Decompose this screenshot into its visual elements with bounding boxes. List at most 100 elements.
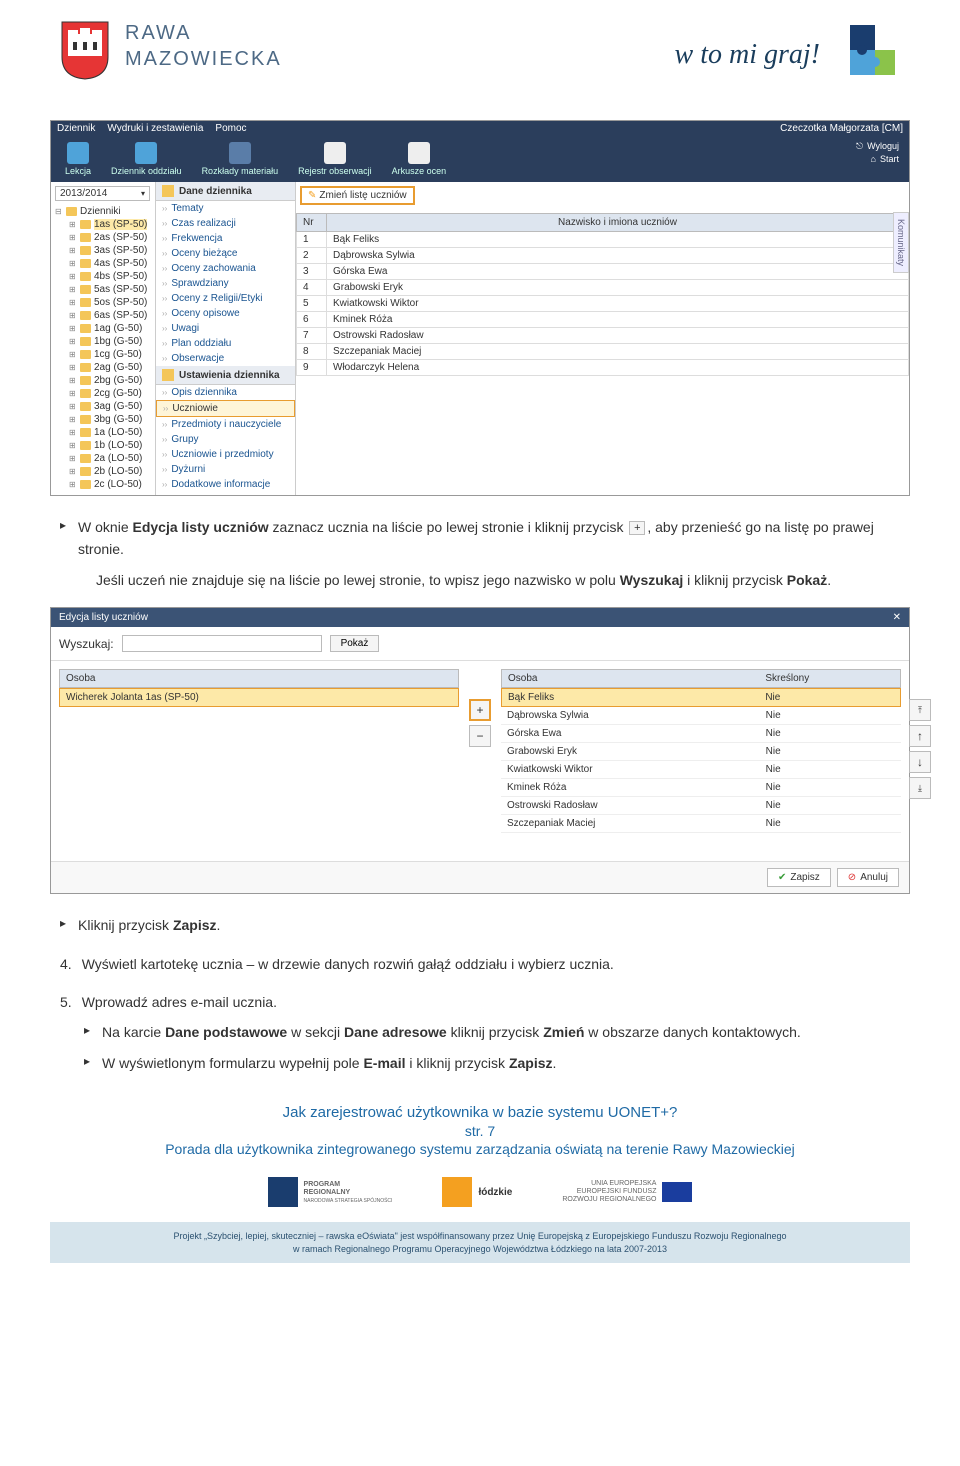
tree-item[interactable]: ⊞2as (SP-50) (69, 231, 151, 244)
tree-item[interactable]: ⊞2b (LO-50) (69, 465, 151, 478)
zapisz-button[interactable]: ✔Zapisz (767, 868, 831, 887)
table-row[interactable]: 5Kwiatkowski Wiktor (297, 296, 909, 312)
table-row[interactable]: 9Włodarczyk Helena (297, 360, 909, 376)
header-right: w to mi graj! (675, 20, 900, 90)
remove-button[interactable]: − (469, 725, 491, 747)
register-icon (135, 142, 157, 164)
menu-wydruki[interactable]: Wydruki i zestawienia (107, 123, 203, 134)
nav-item[interactable]: ››Grupy (156, 432, 295, 447)
tree-item[interactable]: ⊞1cg (G-50) (69, 348, 151, 361)
step-text: Wyświetl kartotekę ucznia – w drzewie da… (82, 953, 614, 975)
sheet-icon (408, 142, 430, 164)
list-item[interactable]: Ostrowski RadosławNie (501, 797, 901, 815)
start-link[interactable]: ⌂Start (856, 153, 899, 166)
zmien-liste-button[interactable]: ✎Zmień listę uczniów (300, 186, 415, 205)
folder-icon (80, 480, 91, 489)
komunikaty-tab[interactable]: Komunikaty (893, 212, 909, 273)
table-row[interactable]: 8Szczepaniak Maciej (297, 344, 909, 360)
list-item[interactable]: Bąk FeliksNie (501, 688, 901, 707)
menu-dziennik[interactable]: Dziennik (57, 123, 95, 134)
nav-item[interactable]: ››Oceny z Religii/Etyki (156, 291, 295, 306)
tb-lekcja[interactable]: Lekcja (55, 140, 101, 178)
nav-item[interactable]: ››Obserwacje (156, 351, 295, 366)
tb-rozklady[interactable]: Rozkłady materiału (192, 140, 289, 178)
list-item[interactable]: Szczepaniak MaciejNie (501, 815, 901, 833)
move-bottom-button[interactable]: ⤓ (909, 777, 931, 799)
tb-arkusze[interactable]: Arkusze ocen (382, 140, 457, 178)
pokaz-button[interactable]: Pokaż (330, 635, 380, 652)
dialog-footer: ✔Zapisz ⊘Anuluj (51, 861, 909, 893)
nav-item[interactable]: ››Tematy (156, 201, 295, 216)
bullet-icon: ▸ (84, 1052, 90, 1071)
menu-pomoc[interactable]: Pomoc (215, 123, 246, 134)
nav-item[interactable]: ››Oceny bieżące (156, 246, 295, 261)
tree-item[interactable]: ⊞2a (LO-50) (69, 452, 151, 465)
tree-item[interactable]: ⊞2c (LO-50) (69, 478, 151, 491)
close-icon[interactable]: ✕ (893, 612, 901, 623)
table-row[interactable]: 4Grabowski Eryk (297, 280, 909, 296)
nav-item[interactable]: ››Czas realizacji (156, 216, 295, 231)
tree-item[interactable]: ⊞4as (SP-50) (69, 257, 151, 270)
main-column: ✎Zmień listę uczniów Nr Nazwisko i imion… (296, 182, 909, 495)
arrow-icon: ›› (162, 339, 167, 348)
move-top-button[interactable]: ⤒ (909, 699, 931, 721)
nav-item[interactable]: ››Frekwencja (156, 231, 295, 246)
tree-item[interactable]: ⊞3ag (G-50) (69, 400, 151, 413)
tree-item[interactable]: ⊞1ag (G-50) (69, 322, 151, 335)
table-row[interactable]: 3Górska Ewa (297, 264, 909, 280)
tree-item[interactable]: ⊞2cg (G-50) (69, 387, 151, 400)
nav-item[interactable]: ››Opis dziennika (156, 385, 295, 400)
nav-item[interactable]: ››Dyżurni (156, 462, 295, 477)
arrow-icon: ›› (162, 309, 167, 318)
nav-item[interactable]: ››Sprawdziany (156, 276, 295, 291)
nav-item[interactable]: ››Plan oddziału (156, 336, 295, 351)
expand-icon: ⊞ (69, 454, 77, 463)
tree-item[interactable]: ⊞5os (SP-50) (69, 296, 151, 309)
tree-item[interactable]: ⊞1a (LO-50) (69, 426, 151, 439)
move-down-button[interactable]: ↓ (909, 751, 931, 773)
arrow-icon: ›› (162, 465, 167, 474)
year-select[interactable]: 2013/2014▾ (55, 186, 150, 201)
table-row[interactable]: 7Ostrowski Radosław (297, 328, 909, 344)
search-input[interactable] (122, 635, 322, 652)
list-item[interactable]: Grabowski ErykNie (501, 743, 901, 761)
tree-item[interactable]: ⊞4bs (SP-50) (69, 270, 151, 283)
nav-item[interactable]: ››Dodatkowe informacje (156, 477, 295, 492)
tree-item[interactable]: ⊞3bg (G-50) (69, 413, 151, 426)
add-button[interactable]: + (469, 699, 491, 721)
tb-rejestr[interactable]: Rejestr obserwacji (288, 140, 382, 178)
table-row[interactable]: 6Kminek Róża (297, 312, 909, 328)
tb-dziennik[interactable]: Dziennik oddziału (101, 140, 192, 178)
tree-item[interactable]: ⊞6as (SP-50) (69, 309, 151, 322)
nav-item[interactable]: ››Uczniowie i przedmioty (156, 447, 295, 462)
table-row[interactable]: 2Dąbrowska Sylwia (297, 248, 909, 264)
right-header: Osoba Skreślony (501, 669, 901, 688)
logout-link[interactable]: ⎋Wyloguj (856, 140, 899, 153)
step-number: 5. (60, 991, 72, 1013)
tree-item[interactable]: ⊞2ag (G-50) (69, 361, 151, 374)
page-header: RAWA MAZOWIECKA w to mi graj! (0, 0, 960, 120)
list-item[interactable]: Kwiatkowski WiktorNie (501, 761, 901, 779)
reorder-buttons: ⤒ ↑ ↓ ⤓ (909, 699, 931, 799)
tree-item[interactable]: ⊞5as (SP-50) (69, 283, 151, 296)
tree-item[interactable]: ⊞3as (SP-50) (69, 244, 151, 257)
tree-item[interactable]: ⊞2bg (G-50) (69, 374, 151, 387)
nav-item[interactable]: ››Uczniowie (156, 400, 295, 417)
tree-item[interactable]: ⊞1b (LO-50) (69, 439, 151, 452)
tree-item[interactable]: ⊞1bg (G-50) (69, 335, 151, 348)
nav-item[interactable]: ››Oceny opisowe (156, 306, 295, 321)
move-up-button[interactable]: ↑ (909, 725, 931, 747)
nav-item[interactable]: ››Oceny zachowania (156, 261, 295, 276)
nav-item[interactable]: ››Uwagi (156, 321, 295, 336)
expand-icon: ⊞ (69, 220, 77, 229)
anuluj-button[interactable]: ⊘Anuluj (837, 868, 899, 887)
tree-item[interactable]: ⊞1as (SP-50) (69, 218, 151, 231)
tree-root[interactable]: ⊟Dzienniki (55, 205, 151, 218)
list-item[interactable]: Kminek RóżaNie (501, 779, 901, 797)
list-item[interactable]: Górska EwaNie (501, 725, 901, 743)
list-item[interactable]: Dąbrowska SylwiaNie (501, 707, 901, 725)
program-logo-icon (268, 1177, 298, 1207)
table-row[interactable]: 1Bąk Feliks (297, 232, 909, 248)
left-selected-row[interactable]: Wicherek Jolanta 1as (SP-50) (59, 688, 459, 707)
nav-item[interactable]: ››Przedmioty i nauczyciele (156, 417, 295, 432)
